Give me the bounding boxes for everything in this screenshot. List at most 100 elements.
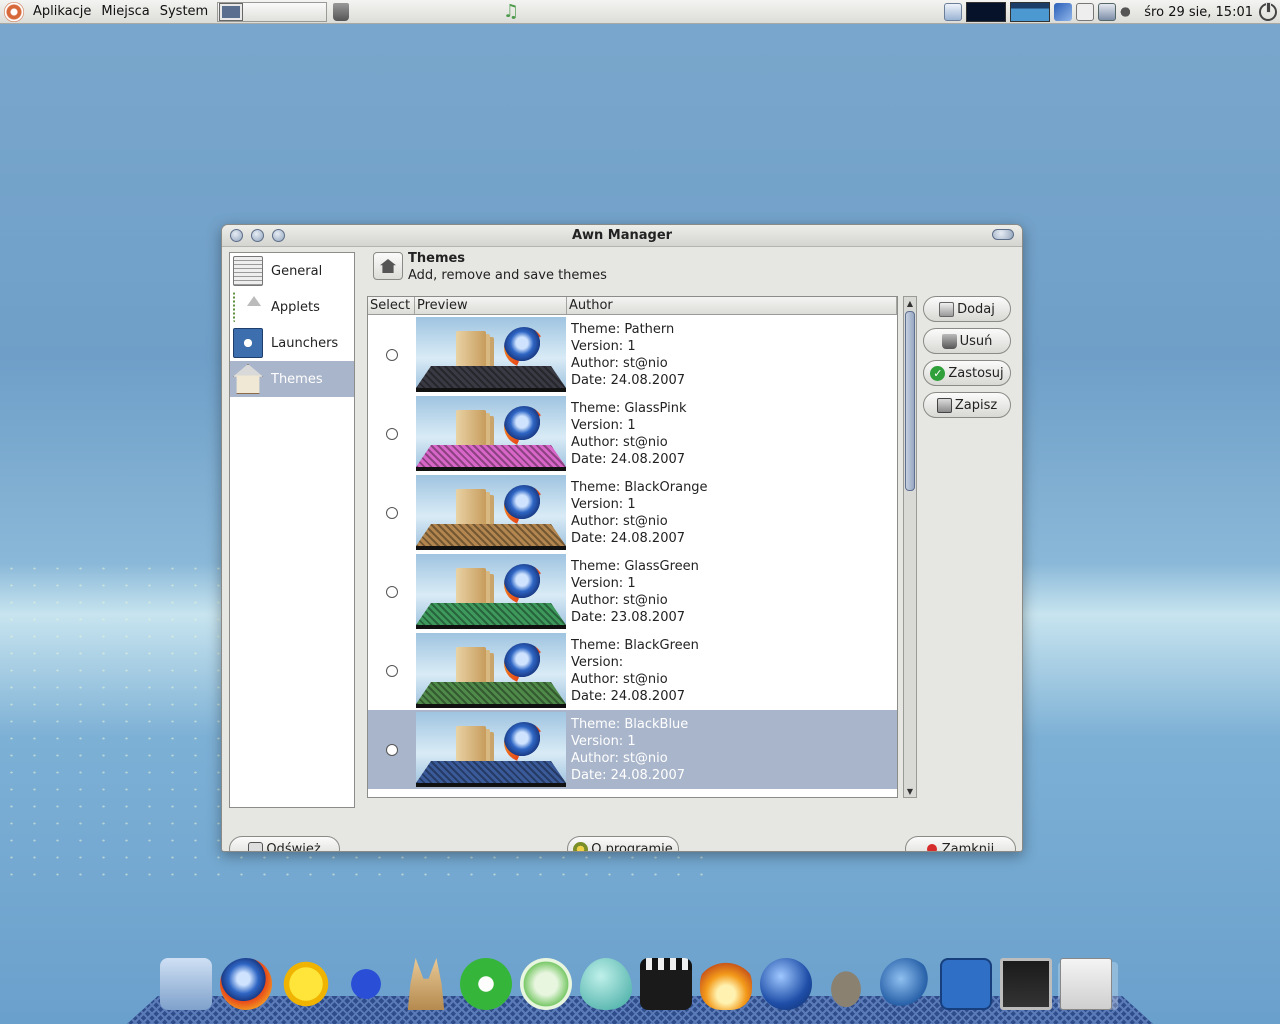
list-scrollbar[interactable]: ▲ ▼ (903, 296, 917, 798)
bluetooth-icon[interactable] (1054, 3, 1073, 21)
theme-preview-image (416, 475, 566, 550)
clock[interactable]: śro 29 sie, 15:01 (1140, 5, 1257, 20)
sidebar-item-label: Themes (271, 371, 323, 387)
theme-select-radio[interactable] (385, 664, 398, 677)
theme-row[interactable]: Theme: Pathern Version: 1 Author: st@nio… (368, 315, 897, 394)
expand-icon[interactable] (940, 958, 992, 1010)
flame-icon[interactable] (700, 958, 752, 1010)
launchers-icon (233, 328, 263, 358)
music-icon[interactable] (520, 958, 572, 1010)
home-icon (380, 259, 396, 273)
ubuntu-logo-icon[interactable] (4, 1, 24, 22)
theme-select-radio[interactable] (385, 743, 398, 756)
folder-icon[interactable] (160, 958, 212, 1010)
theme-row[interactable]: Theme: BlackOrange Version: 1 Author: st… (368, 473, 897, 552)
preview-cell (415, 554, 567, 629)
music-player-icon[interactable]: ♫ (503, 1, 519, 22)
theme-row[interactable]: Theme: BlackBlue Version: 1 Author: st@n… (368, 710, 897, 789)
frog-icon[interactable] (340, 958, 392, 1010)
rabbit-icon[interactable] (407, 958, 445, 1010)
close-icon (926, 844, 937, 851)
dock-preview (416, 522, 566, 550)
preview-cell (415, 317, 567, 392)
preview-cell (415, 633, 567, 708)
scroll-up-icon[interactable]: ▲ (904, 297, 916, 309)
preview-cell (415, 475, 567, 550)
theme-row[interactable]: Theme: GlassPink Version: 1 Author: st@n… (368, 394, 897, 473)
apply-theme-button[interactable]: ✓ Zastosuj (923, 360, 1011, 386)
theme-name: Theme: BlackOrange (571, 479, 708, 495)
scrollbar-thumb[interactable] (905, 311, 915, 491)
workspace-thumbnail[interactable] (219, 2, 244, 21)
general-icon (233, 256, 263, 286)
gimp-icon[interactable] (820, 958, 872, 1010)
about-button[interactable]: O programie (567, 836, 679, 852)
firefox-icon (504, 564, 544, 604)
theme-select-radio[interactable] (385, 506, 398, 519)
screenshot-icon[interactable] (944, 3, 963, 21)
workspace-switcher[interactable] (217, 1, 328, 22)
terminal-icon[interactable] (1000, 958, 1052, 1010)
theme-info: Theme: BlackBlue Version: 1 Author: st@n… (567, 716, 897, 784)
theme-date: Date: 24.08.2007 (571, 767, 686, 783)
firefox-icon (504, 485, 544, 525)
about-label: O programie (591, 841, 673, 852)
column-header-select[interactable]: Select (368, 297, 415, 314)
refresh-button[interactable]: Odśwież (229, 836, 340, 851)
theme-date: Date: 24.08.2007 (571, 451, 686, 467)
menu-applications[interactable]: Aplikacje (28, 4, 96, 19)
column-header-author[interactable]: Author (567, 297, 897, 314)
applets-icon (233, 292, 263, 322)
remove-theme-button[interactable]: Usuń (923, 328, 1011, 354)
skype-icon[interactable] (460, 958, 512, 1010)
power-icon[interactable] (1259, 2, 1277, 21)
preview-cell (415, 396, 567, 471)
sun-icon[interactable] (280, 958, 332, 1010)
theme-name: Theme: Pathern (571, 321, 675, 337)
bird-icon[interactable] (880, 958, 932, 1010)
system-tray: śro 29 sie, 15:01 (942, 0, 1280, 24)
egg-icon[interactable] (580, 958, 632, 1010)
theme-select-radio[interactable] (385, 427, 398, 440)
trash-icon[interactable] (333, 2, 350, 21)
volume-icon[interactable] (1120, 3, 1139, 21)
titlebar[interactable]: Awn Manager (222, 225, 1022, 247)
theme-name: Theme: GlassPink (571, 400, 687, 416)
theme-author: Author: st@nio (571, 750, 668, 766)
radio-cell (368, 506, 415, 519)
close-button[interactable]: Zamknij (905, 836, 1016, 851)
sidebar-item-launchers[interactable]: Launchers (230, 325, 354, 361)
sidebar-item-themes[interactable]: Themes (230, 361, 354, 397)
clapper-icon[interactable] (640, 958, 692, 1010)
refresh-icon (248, 841, 264, 851)
sidebar-item-applets[interactable]: Applets (230, 289, 354, 325)
scroll-down-icon[interactable]: ▼ (904, 785, 916, 797)
radio-cell (368, 348, 415, 361)
add-theme-button[interactable]: Dodaj (923, 296, 1011, 322)
theme-list: Select Preview Author Theme: Pathern Ver… (367, 296, 898, 798)
mail-icon[interactable] (1076, 3, 1095, 21)
home-button[interactable] (373, 252, 403, 280)
sidebar-item-general[interactable]: General (230, 253, 354, 289)
theme-version: Version: 1 (571, 733, 636, 749)
theme-row[interactable]: Theme: GlassGreen Version: 1 Author: st@… (368, 552, 897, 631)
network-icon[interactable] (1098, 3, 1117, 21)
theme-select-radio[interactable] (385, 585, 398, 598)
menu-system[interactable]: System (155, 4, 213, 19)
theme-select-radio[interactable] (385, 348, 398, 361)
column-header-preview[interactable]: Preview (415, 297, 567, 314)
theme-preview-image (416, 317, 566, 392)
theme-version: Version: 1 (571, 417, 636, 433)
awn-manager-icon[interactable] (1060, 958, 1112, 1010)
theme-row[interactable]: Theme: BlackGreen Version: Author: st@ni… (368, 631, 897, 710)
theme-info: Theme: Pathern Version: 1 Author: st@nio… (567, 321, 897, 389)
shade-window-button[interactable] (992, 229, 1014, 240)
cpu-monitor-graph[interactable] (966, 2, 1007, 22)
theme-date: Date: 23.08.2007 (571, 609, 686, 625)
earth-icon[interactable] (760, 958, 812, 1010)
network-monitor-graph[interactable] (1010, 2, 1051, 22)
save-icon (936, 397, 952, 413)
menu-places[interactable]: Miejsca (96, 4, 154, 19)
save-theme-button[interactable]: Zapisz (923, 392, 1011, 418)
firefox-icon[interactable] (220, 958, 272, 1010)
